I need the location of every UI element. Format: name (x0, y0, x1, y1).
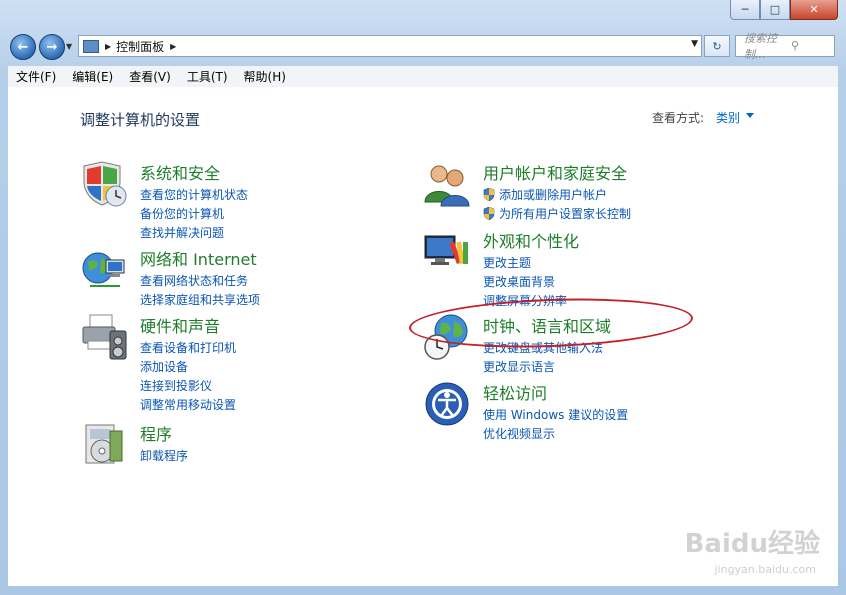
uac-shield-icon (483, 188, 495, 201)
category-title[interactable]: 用户帐户和家庭安全 (483, 160, 627, 184)
category-title[interactable]: 轻松访问 (483, 380, 547, 404)
view-by-dropdown[interactable]: 类别 (716, 109, 740, 126)
caption-buttons: ─ □ ✕ (730, 0, 838, 20)
back-arrow-icon[interactable]: ← (10, 34, 36, 60)
category-title[interactable]: 系统和安全 (140, 160, 220, 184)
category-system-security: 系统和安全 查看您的计算机状态 备份您的计算机 查找并解决问题 (80, 160, 360, 240)
shield-clock-icon[interactable] (80, 160, 128, 208)
content-pane: 调整计算机的设置 查看方式: 类别 系统和安全 查看您的计算机状态 备份您的计算… (8, 87, 838, 586)
breadcrumb-arrow-icon[interactable]: ▶ (170, 42, 176, 51)
printer-speaker-icon[interactable] (80, 313, 128, 361)
link-add-device[interactable]: 添加设备 (140, 357, 236, 376)
category-title[interactable]: 外观和个性化 (483, 228, 579, 252)
control-panel-icon (83, 39, 99, 53)
chevron-down-icon[interactable] (746, 113, 754, 118)
ease-of-access-icon[interactable] (423, 380, 471, 428)
link-view-computer-status[interactable]: 查看您的计算机状态 (140, 185, 248, 204)
view-by-label: 查看方式: (652, 111, 705, 125)
window-frame: ─ □ ✕ ← → ▼ ▶ 控制面板 ▶ ▼ ↻ 搜索控制... ⚲ 文件(F)… (0, 0, 846, 595)
link-network-status[interactable]: 查看网络状态和任务 (140, 271, 260, 290)
category-network-internet: 网络和 Internet 查看网络状态和任务 选择家庭组和共享选项 (80, 246, 360, 316)
breadcrumb-arrow-icon[interactable]: ▶ (105, 42, 111, 51)
menu-help[interactable]: 帮助(H) (236, 68, 294, 85)
programs-disc-icon[interactable] (80, 421, 128, 469)
category-title[interactable]: 程序 (140, 421, 172, 445)
address-dropdown-icon[interactable]: ▼ (691, 39, 698, 49)
users-icon[interactable] (423, 160, 471, 208)
link-devices-printers[interactable]: 查看设备和打印机 (140, 338, 236, 357)
search-placeholder: 搜索控制... (744, 32, 777, 61)
link-windows-recommended-settings[interactable]: 使用 Windows 建议的设置 (483, 405, 628, 424)
link-mobility-settings[interactable]: 调整常用移动设置 (140, 395, 236, 414)
link-find-fix-problems[interactable]: 查找并解决问题 (140, 223, 248, 242)
forward-arrow-icon[interactable]: → (39, 34, 65, 60)
menu-edit[interactable]: 编辑(E) (64, 68, 121, 85)
monitor-palette-icon[interactable] (423, 228, 471, 276)
breadcrumb-control-panel[interactable]: 控制面板 (116, 38, 164, 55)
link-label[interactable]: 添加或删除用户帐户 (499, 186, 607, 203)
watermark-logo: Baidu经验 (684, 529, 820, 559)
recent-pages-chevron-icon[interactable]: ▼ (66, 42, 72, 51)
link-backup-computer[interactable]: 备份您的计算机 (140, 204, 248, 223)
link-label[interactable]: 为所有用户设置家长控制 (499, 205, 631, 222)
category-title[interactable]: 网络和 Internet (140, 246, 257, 270)
link-change-background[interactable]: 更改桌面背景 (483, 272, 567, 291)
menu-view[interactable]: 查看(V) (121, 68, 179, 85)
minimize-icon[interactable]: ─ (730, 0, 760, 20)
navigation-bar: ← → ▼ ▶ 控制面板 ▶ ▼ ↻ 搜索控制... ⚲ (0, 26, 846, 64)
link-add-remove-accounts[interactable]: 添加或删除用户帐户 (483, 185, 631, 204)
category-programs: 程序 卸载程序 (80, 421, 360, 481)
page-title: 调整计算机的设置 (80, 111, 201, 129)
globe-network-icon[interactable] (80, 246, 128, 294)
maximize-icon[interactable]: □ (760, 0, 790, 20)
link-change-theme[interactable]: 更改主题 (483, 253, 567, 272)
category-user-accounts: 用户帐户和家庭安全 添加或删除用户帐户 为所有用户设置家长控制 (423, 160, 743, 223)
link-optimize-video-display[interactable]: 优化视频显示 (483, 424, 628, 443)
category-title[interactable]: 硬件和声音 (140, 313, 220, 337)
menu-tools[interactable]: 工具(T) (179, 68, 236, 85)
search-input[interactable]: 搜索控制... ⚲ (735, 32, 835, 61)
close-icon[interactable]: ✕ (790, 0, 838, 20)
refresh-icon[interactable]: ↻ (704, 35, 730, 57)
link-uninstall-program[interactable]: 卸载程序 (140, 446, 188, 465)
link-homegroup-sharing[interactable]: 选择家庭组和共享选项 (140, 290, 260, 309)
address-bar[interactable]: ▶ 控制面板 ▶ ▼ (78, 35, 702, 57)
link-parental-controls[interactable]: 为所有用户设置家长控制 (483, 204, 631, 223)
menu-bar: 文件(F) 编辑(E) 查看(V) 工具(T) 帮助(H) (8, 66, 838, 88)
uac-shield-icon (483, 207, 495, 220)
link-connect-projector[interactable]: 连接到投影仪 (140, 376, 236, 395)
search-icon[interactable]: ⚲ (791, 39, 830, 53)
watermark-url: jingyan.baidu.com (714, 563, 816, 576)
category-hardware-sound: 硬件和声音 查看设备和打印机 添加设备 连接到投影仪 调整常用移动设置 (80, 313, 360, 413)
category-appearance: 外观和个性化 更改主题 更改桌面背景 调整屏幕分辨率 (423, 228, 743, 308)
link-change-display-language[interactable]: 更改显示语言 (483, 357, 603, 376)
category-ease-of-access: 轻松访问 使用 Windows 建议的设置 优化视频显示 (423, 380, 743, 443)
menu-file[interactable]: 文件(F) (8, 68, 64, 85)
